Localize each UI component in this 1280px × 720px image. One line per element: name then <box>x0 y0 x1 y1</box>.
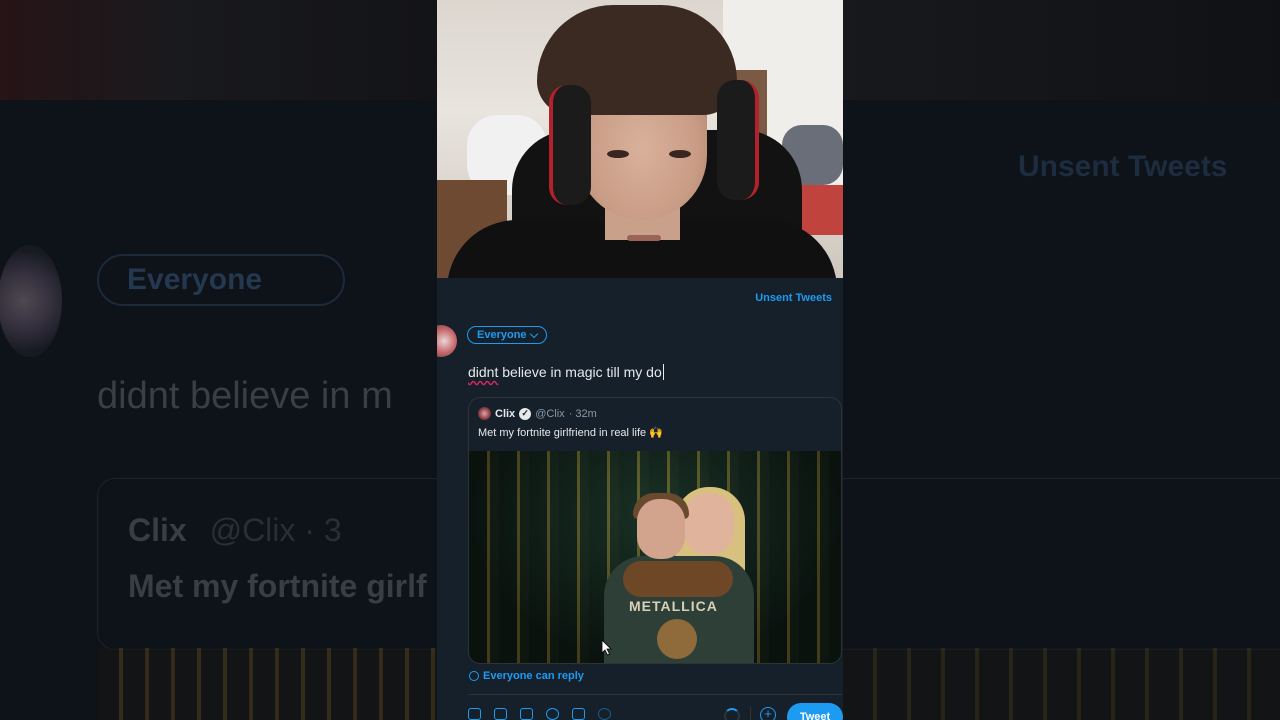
webcam-feed <box>437 0 843 278</box>
reply-setting-button[interactable]: Everyone can reply <box>469 670 584 682</box>
quoted-tweet-body: Met my fortnite girlfriend in real life … <box>478 427 663 439</box>
blurred-top-strip <box>0 0 437 100</box>
photo-girl-face <box>684 493 734 555</box>
blurred-background-left: Everyone didnt believe in m Clix @Clix ·… <box>0 0 437 720</box>
quoted-avatar <box>478 407 491 420</box>
photo-shirt-print: METALLICA <box>629 598 718 614</box>
headset-left-icon <box>549 85 591 205</box>
divider <box>468 694 842 695</box>
blurred-quote-card <box>97 478 437 650</box>
blurred-quote-card-right <box>843 478 1280 650</box>
audience-label: Everyone <box>477 329 527 341</box>
photo-boy-face <box>637 499 685 559</box>
unsent-tweets-link[interactable]: Unsent Tweets <box>755 292 832 304</box>
tweet-button[interactable]: Tweet <box>787 703 843 720</box>
verified-badge-icon: ✓ <box>519 407 532 420</box>
poll-icon[interactable] <box>520 708 533 720</box>
audience-selector[interactable]: Everyone <box>467 326 547 344</box>
gif-icon[interactable] <box>494 708 507 720</box>
blurred-quote-body: Met my fortnite girlf <box>128 568 427 604</box>
tweet-text-input[interactable]: didnt believe in magic till my do <box>468 364 664 380</box>
mouse-cursor-icon <box>602 640 612 656</box>
blurred-quote-photo <box>97 648 437 720</box>
webcam-eye-right <box>669 150 691 158</box>
misspelled-word: didnt <box>468 364 499 380</box>
blurred-quote-name: Clix <box>128 512 187 548</box>
blurred-unsent-title: Unsent Tweets <box>1018 150 1228 183</box>
text-caret <box>662 364 664 380</box>
emoji-icon[interactable] <box>546 708 559 720</box>
quoted-time: · 32m <box>568 407 597 420</box>
blurred-quote-header: Clix @Clix · 3 <box>128 512 342 549</box>
blurred-audience-pill: Everyone <box>97 254 345 306</box>
photo-shirt-graphic <box>657 619 697 659</box>
add-tweet-button[interactable]: + <box>760 707 776 720</box>
tweet-text-rest: believe in magic till my do <box>498 364 662 380</box>
quoted-name: Clix <box>495 407 516 420</box>
chevron-down-icon <box>529 329 538 338</box>
blurred-top-strip-right <box>843 0 1280 100</box>
quoted-tweet-card[interactable]: Clix ✓ @Clix · 32m Met my fortnite girlf… <box>468 397 842 664</box>
toolbar-separator <box>750 706 751 720</box>
blurred-avatar <box>0 245 62 357</box>
media-icon[interactable] <box>468 708 481 720</box>
photo-leopard-sleeves <box>623 561 733 597</box>
blurred-audience-label: Everyone <box>127 263 263 296</box>
blurred-quote-photo-right <box>843 648 1280 720</box>
character-count-ring <box>724 708 740 720</box>
quoted-tweet-header: Clix ✓ @Clix · 32m <box>478 407 597 420</box>
headset-right-icon <box>717 80 759 200</box>
webcam-eye-left <box>607 150 629 158</box>
center-column: Unsent Tweets Everyone didnt believe in … <box>437 0 843 720</box>
globe-icon <box>469 671 479 681</box>
reply-setting-label: Everyone can reply <box>483 670 584 682</box>
location-icon[interactable] <box>598 708 611 720</box>
quoted-handle: @Clix <box>535 407 565 420</box>
blurred-compose-text: didnt believe in m <box>97 375 393 417</box>
blurred-quote-handle: @Clix · 3 <box>209 512 342 548</box>
compose-toolbar <box>468 708 611 720</box>
schedule-icon[interactable] <box>572 708 585 720</box>
avatar[interactable] <box>437 325 457 357</box>
quoted-tweet-photo[interactable]: METALLICA <box>469 451 841 663</box>
webcam-mouth <box>627 235 661 241</box>
